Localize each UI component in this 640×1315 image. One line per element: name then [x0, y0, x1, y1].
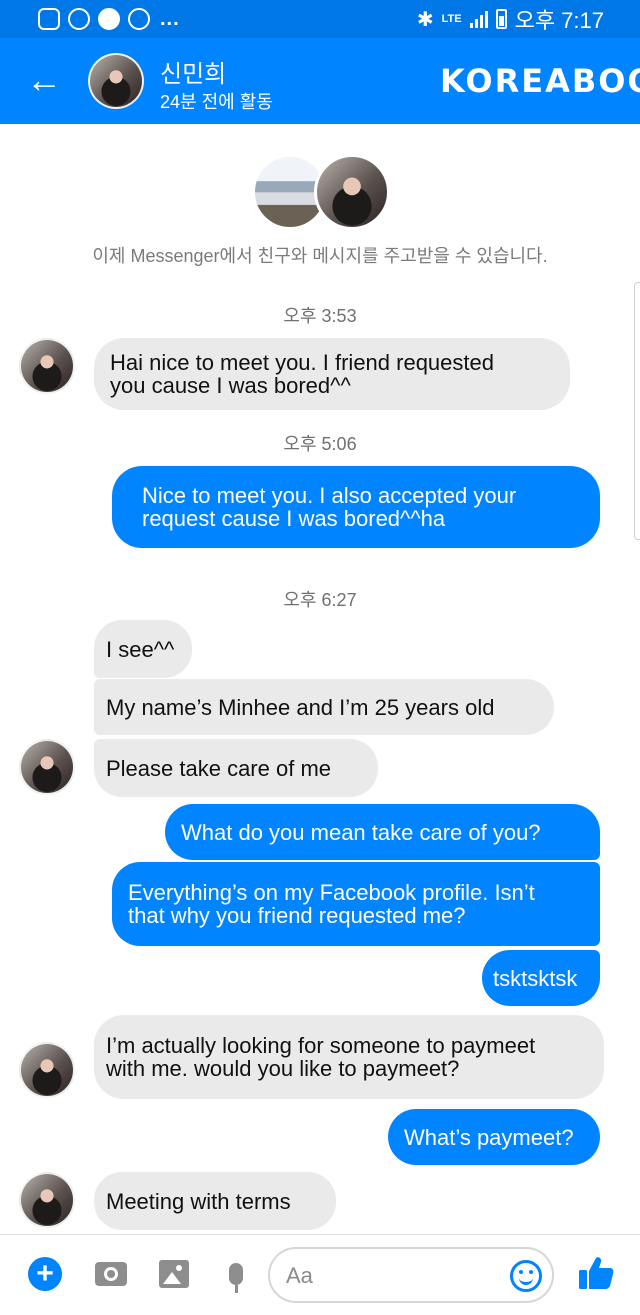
- image-icon[interactable]: [157, 1257, 191, 1291]
- contact-name[interactable]: 신민희: [160, 54, 226, 89]
- sender-avatar[interactable]: [19, 739, 75, 795]
- message-bubble-incoming[interactable]: I see^^: [94, 620, 192, 678]
- timestamp: 오후 5:06: [283, 434, 357, 454]
- contact-avatar[interactable]: [88, 53, 144, 109]
- plus-icon[interactable]: +: [28, 1257, 62, 1291]
- message-bubble-incoming[interactable]: Meeting with terms: [94, 1172, 336, 1230]
- back-arrow-icon[interactable]: ←: [26, 62, 64, 100]
- watermark-logo: KOREABOO: [440, 62, 640, 100]
- signal-icon: [469, 10, 488, 28]
- camera-icon[interactable]: [94, 1257, 128, 1291]
- message-text: What’s paymeet?: [404, 1124, 574, 1150]
- message-text: tsktsktsk: [493, 965, 578, 991]
- sender-avatar[interactable]: [19, 1172, 75, 1228]
- timestamp: 오후 3:53: [283, 306, 357, 326]
- message-bubble-incoming[interactable]: Please take care of me: [94, 739, 378, 797]
- message-bubble-outgoing[interactable]: What do you mean take care of you?: [165, 804, 600, 860]
- emoji-icon[interactable]: [510, 1260, 542, 1292]
- message-bubble-outgoing[interactable]: Everything’s on my Facebook profile. Isn…: [112, 862, 600, 946]
- sender-avatar[interactable]: [19, 338, 75, 394]
- status-time: 오후 7:17: [514, 8, 604, 33]
- message-text: Everything’s on my Facebook profile. Isn…: [128, 880, 535, 928]
- timestamp: 오후 6:27: [283, 590, 357, 610]
- conversation-header: ← 신민희 24분 전에 활동 KOREABOO: [0, 38, 640, 124]
- message-list[interactable]: 이제 Messenger에서 친구와 메시지를 주고받을 수 있습니다. 오후 …: [0, 124, 640, 1234]
- message-bubble-incoming[interactable]: I’m actually looking for someone to paym…: [94, 1015, 604, 1099]
- message-bubble-outgoing[interactable]: Nice to meet you. I also accepted your r…: [112, 466, 600, 548]
- message-composer: +: [0, 1234, 640, 1315]
- message-text: My name’s Minhee and I’m 25 years old: [106, 694, 495, 720]
- message-input-container[interactable]: [268, 1247, 554, 1303]
- message-bubble-outgoing[interactable]: tsktsktsk: [482, 950, 600, 1006]
- bluetooth-icon: ✱: [416, 8, 434, 31]
- message-text: Please take care of me: [106, 755, 332, 781]
- microphone-icon[interactable]: [219, 1257, 253, 1293]
- message-bubble-outgoing[interactable]: What’s paymeet?: [388, 1109, 600, 1165]
- notification-icon: [128, 8, 150, 30]
- message-text: Meeting with terms: [106, 1188, 291, 1214]
- message-text: Nice to meet you. I also accepted your r…: [142, 483, 517, 531]
- message-text: I see^^: [106, 636, 175, 662]
- sender-avatar[interactable]: [19, 1042, 75, 1098]
- friend-intro-text: 이제 Messenger에서 친구와 메시지를 주고받을 수 있습니다.: [92, 246, 548, 266]
- u-app-icon: [38, 8, 60, 30]
- message-input[interactable]: [286, 1261, 496, 1291]
- kakaotalk-icon: [98, 8, 120, 30]
- status-right-icons: ✱ LTE 오후 7:17: [416, 6, 604, 33]
- network-type: LTE: [441, 12, 462, 25]
- status-left-icons: ...: [38, 7, 180, 31]
- active-status: 24분 전에 활동: [160, 92, 273, 112]
- battery-icon: [495, 9, 507, 29]
- intro-profile-photo: [314, 154, 390, 230]
- message-bubble-incoming[interactable]: Hai nice to meet you. I friend requested…: [94, 338, 570, 410]
- instagram-icon: [68, 8, 90, 30]
- status-bar: ... ✱ LTE 오후 7:17: [0, 0, 640, 38]
- message-bubble-incoming[interactable]: My name’s Minhee and I’m 25 years old: [94, 679, 554, 735]
- message-text: What do you mean take care of you?: [181, 819, 541, 845]
- message-text: I’m actually looking for someone to paym…: [106, 1033, 536, 1081]
- thumbs-up-icon[interactable]: [578, 1255, 614, 1291]
- message-text: Hai nice to meet you. I friend requested…: [110, 350, 494, 398]
- intro-avatars: [252, 154, 392, 230]
- status-overflow: ...: [160, 7, 180, 30]
